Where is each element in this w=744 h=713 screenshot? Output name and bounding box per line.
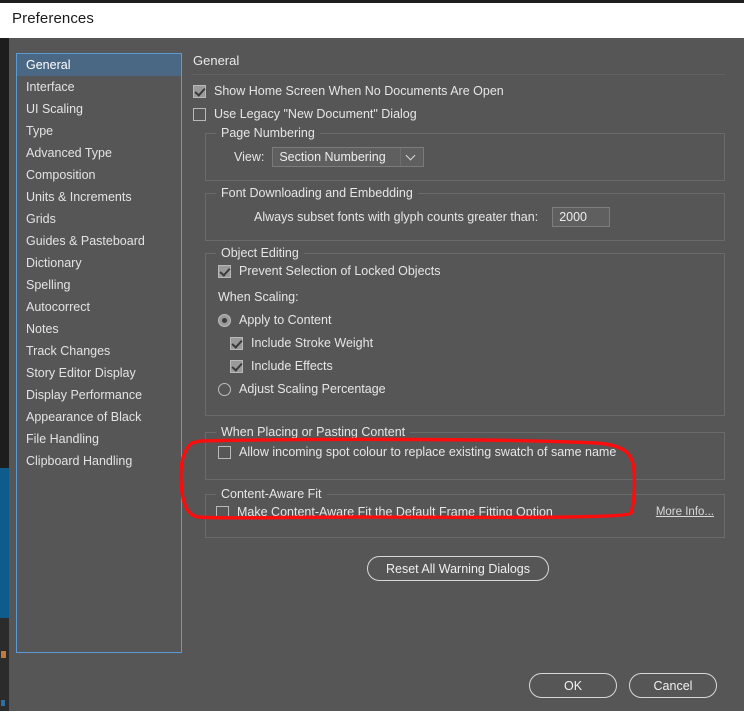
title-bar: Preferences [0,3,744,38]
font-downloading-group: Font Downloading and Embedding Always su… [205,186,725,241]
use-legacy-dialog-row[interactable]: Use Legacy "New Document" Dialog [193,107,729,121]
include-effects-checkbox[interactable] [230,359,243,373]
include-effects-label: Include Effects [251,359,333,373]
sidebar-item-guides-pasteboard[interactable]: Guides & Pasteboard [17,230,181,252]
sidebar-item-grids[interactable]: Grids [17,208,181,230]
sidebar-item-advanced-type[interactable]: Advanced Type [17,142,181,164]
allow-spot-colour-checkbox[interactable] [218,445,231,459]
prevent-selection-label: Prevent Selection of Locked Objects [239,264,441,278]
sidebar-item-notes[interactable]: Notes [17,318,181,340]
window-title: Preferences [12,10,94,27]
apply-to-content-label: Apply to Content [239,313,332,327]
page-numbering-view-value: Section Numbering [279,150,386,164]
preferences-category-list[interactable]: General Interface UI Scaling Type Advanc… [16,53,182,653]
adjust-scaling-percentage-row[interactable]: Adjust Scaling Percentage [218,382,712,396]
allow-spot-colour-label: Allow incoming spot colour to replace ex… [239,445,617,459]
page-title: General [193,53,240,68]
sidebar-item-autocorrect[interactable]: Autocorrect [17,296,181,318]
preferences-panel: General Show Home Screen When No Documen… [191,53,729,653]
dialog-footer: OK Cancel [9,673,744,713]
content-aware-fit-default-checkbox[interactable] [216,505,229,519]
object-editing-group: Object Editing Prevent Selection of Lock… [205,246,725,416]
page-numbering-view-row: View: Section Numbering [234,147,712,167]
page-numbering-group: Page Numbering View: Section Numbering [205,126,725,181]
font-subset-row: Always subset fonts with glyph counts gr… [254,207,712,227]
reset-warning-dialogs-button[interactable]: Reset All Warning Dialogs [366,556,550,581]
sidebar-item-units-increments[interactable]: Units & Increments [17,186,181,208]
cancel-button[interactable]: Cancel [629,673,717,698]
font-downloading-legend: Font Downloading and Embedding [216,186,418,200]
allow-spot-colour-row[interactable]: Allow incoming spot colour to replace ex… [218,445,712,459]
font-subset-input[interactable]: 2000 [552,207,611,227]
prevent-selection-checkbox[interactable] [218,264,231,278]
adjust-scaling-percentage-label: Adjust Scaling Percentage [239,382,386,396]
content-aware-fit-default-label: Make Content-Aware Fit the Default Frame… [237,505,553,519]
ok-button[interactable]: OK [529,673,617,698]
sidebar-item-composition[interactable]: Composition [17,164,181,186]
use-legacy-dialog-checkbox[interactable] [193,107,206,121]
sidebar-item-display-performance[interactable]: Display Performance [17,384,181,406]
panel-divider [191,74,725,75]
chevron-down-icon [407,152,415,160]
reset-warning-dialogs-container: Reset All Warning Dialogs [191,556,725,581]
include-stroke-weight-label: Include Stroke Weight [251,336,374,350]
when-scaling-label: When Scaling: [218,290,299,304]
include-stroke-weight-checkbox[interactable] [230,336,243,350]
prevent-selection-row[interactable]: Prevent Selection of Locked Objects [218,264,712,278]
select-separator [400,148,402,166]
sidebar-item-type[interactable]: Type [17,120,181,142]
sidebar-item-ui-scaling[interactable]: UI Scaling [17,98,181,120]
content-aware-fit-group: Content-Aware Fit Make Content-Aware Fit… [205,487,725,538]
content-aware-fit-legend: Content-Aware Fit [216,487,327,501]
sidebar-item-clipboard-handling[interactable]: Clipboard Handling [17,450,181,472]
placing-pasting-group: When Placing or Pasting Content Allow in… [205,425,725,480]
apply-to-content-row[interactable]: Apply to Content [218,313,712,327]
show-home-screen-label: Show Home Screen When No Documents Are O… [214,84,504,98]
sidebar-item-general[interactable]: General [17,54,181,76]
font-subset-label: Always subset fonts with glyph counts gr… [254,210,539,224]
sidebar-item-spelling[interactable]: Spelling [17,274,181,296]
sidebar-item-file-handling[interactable]: File Handling [17,428,181,450]
more-info-link[interactable]: More Info... [656,506,714,518]
sidebar-item-story-editor-display[interactable]: Story Editor Display [17,362,181,384]
include-effects-row[interactable]: Include Effects [230,359,712,373]
use-legacy-dialog-label: Use Legacy "New Document" Dialog [214,107,417,121]
sidebar-item-track-changes[interactable]: Track Changes [17,340,181,362]
sidebar-item-interface[interactable]: Interface [17,76,181,98]
sidebar-item-appearance-of-black[interactable]: Appearance of Black [17,406,181,428]
content-aware-fit-default-row[interactable]: Make Content-Aware Fit the Default Frame… [216,505,553,519]
object-editing-legend: Object Editing [216,246,304,260]
dialog-body: General Interface UI Scaling Type Advanc… [9,38,744,711]
adjust-scaling-percentage-radio[interactable] [218,382,231,396]
apply-to-content-radio[interactable] [218,313,231,327]
show-home-screen-checkbox[interactable] [193,84,206,98]
sidebar-item-dictionary[interactable]: Dictionary [17,252,181,274]
page-numbering-view-label: View: [234,150,265,164]
include-stroke-weight-row[interactable]: Include Stroke Weight [230,336,712,350]
preferences-dialog: Preferences General Interface UI Scaling… [0,0,744,711]
show-home-screen-row[interactable]: Show Home Screen When No Documents Are O… [193,84,729,98]
placing-pasting-legend: When Placing or Pasting Content [216,425,411,439]
page-numbering-view-select[interactable]: Section Numbering [272,147,425,167]
page-numbering-legend: Page Numbering [216,126,320,140]
